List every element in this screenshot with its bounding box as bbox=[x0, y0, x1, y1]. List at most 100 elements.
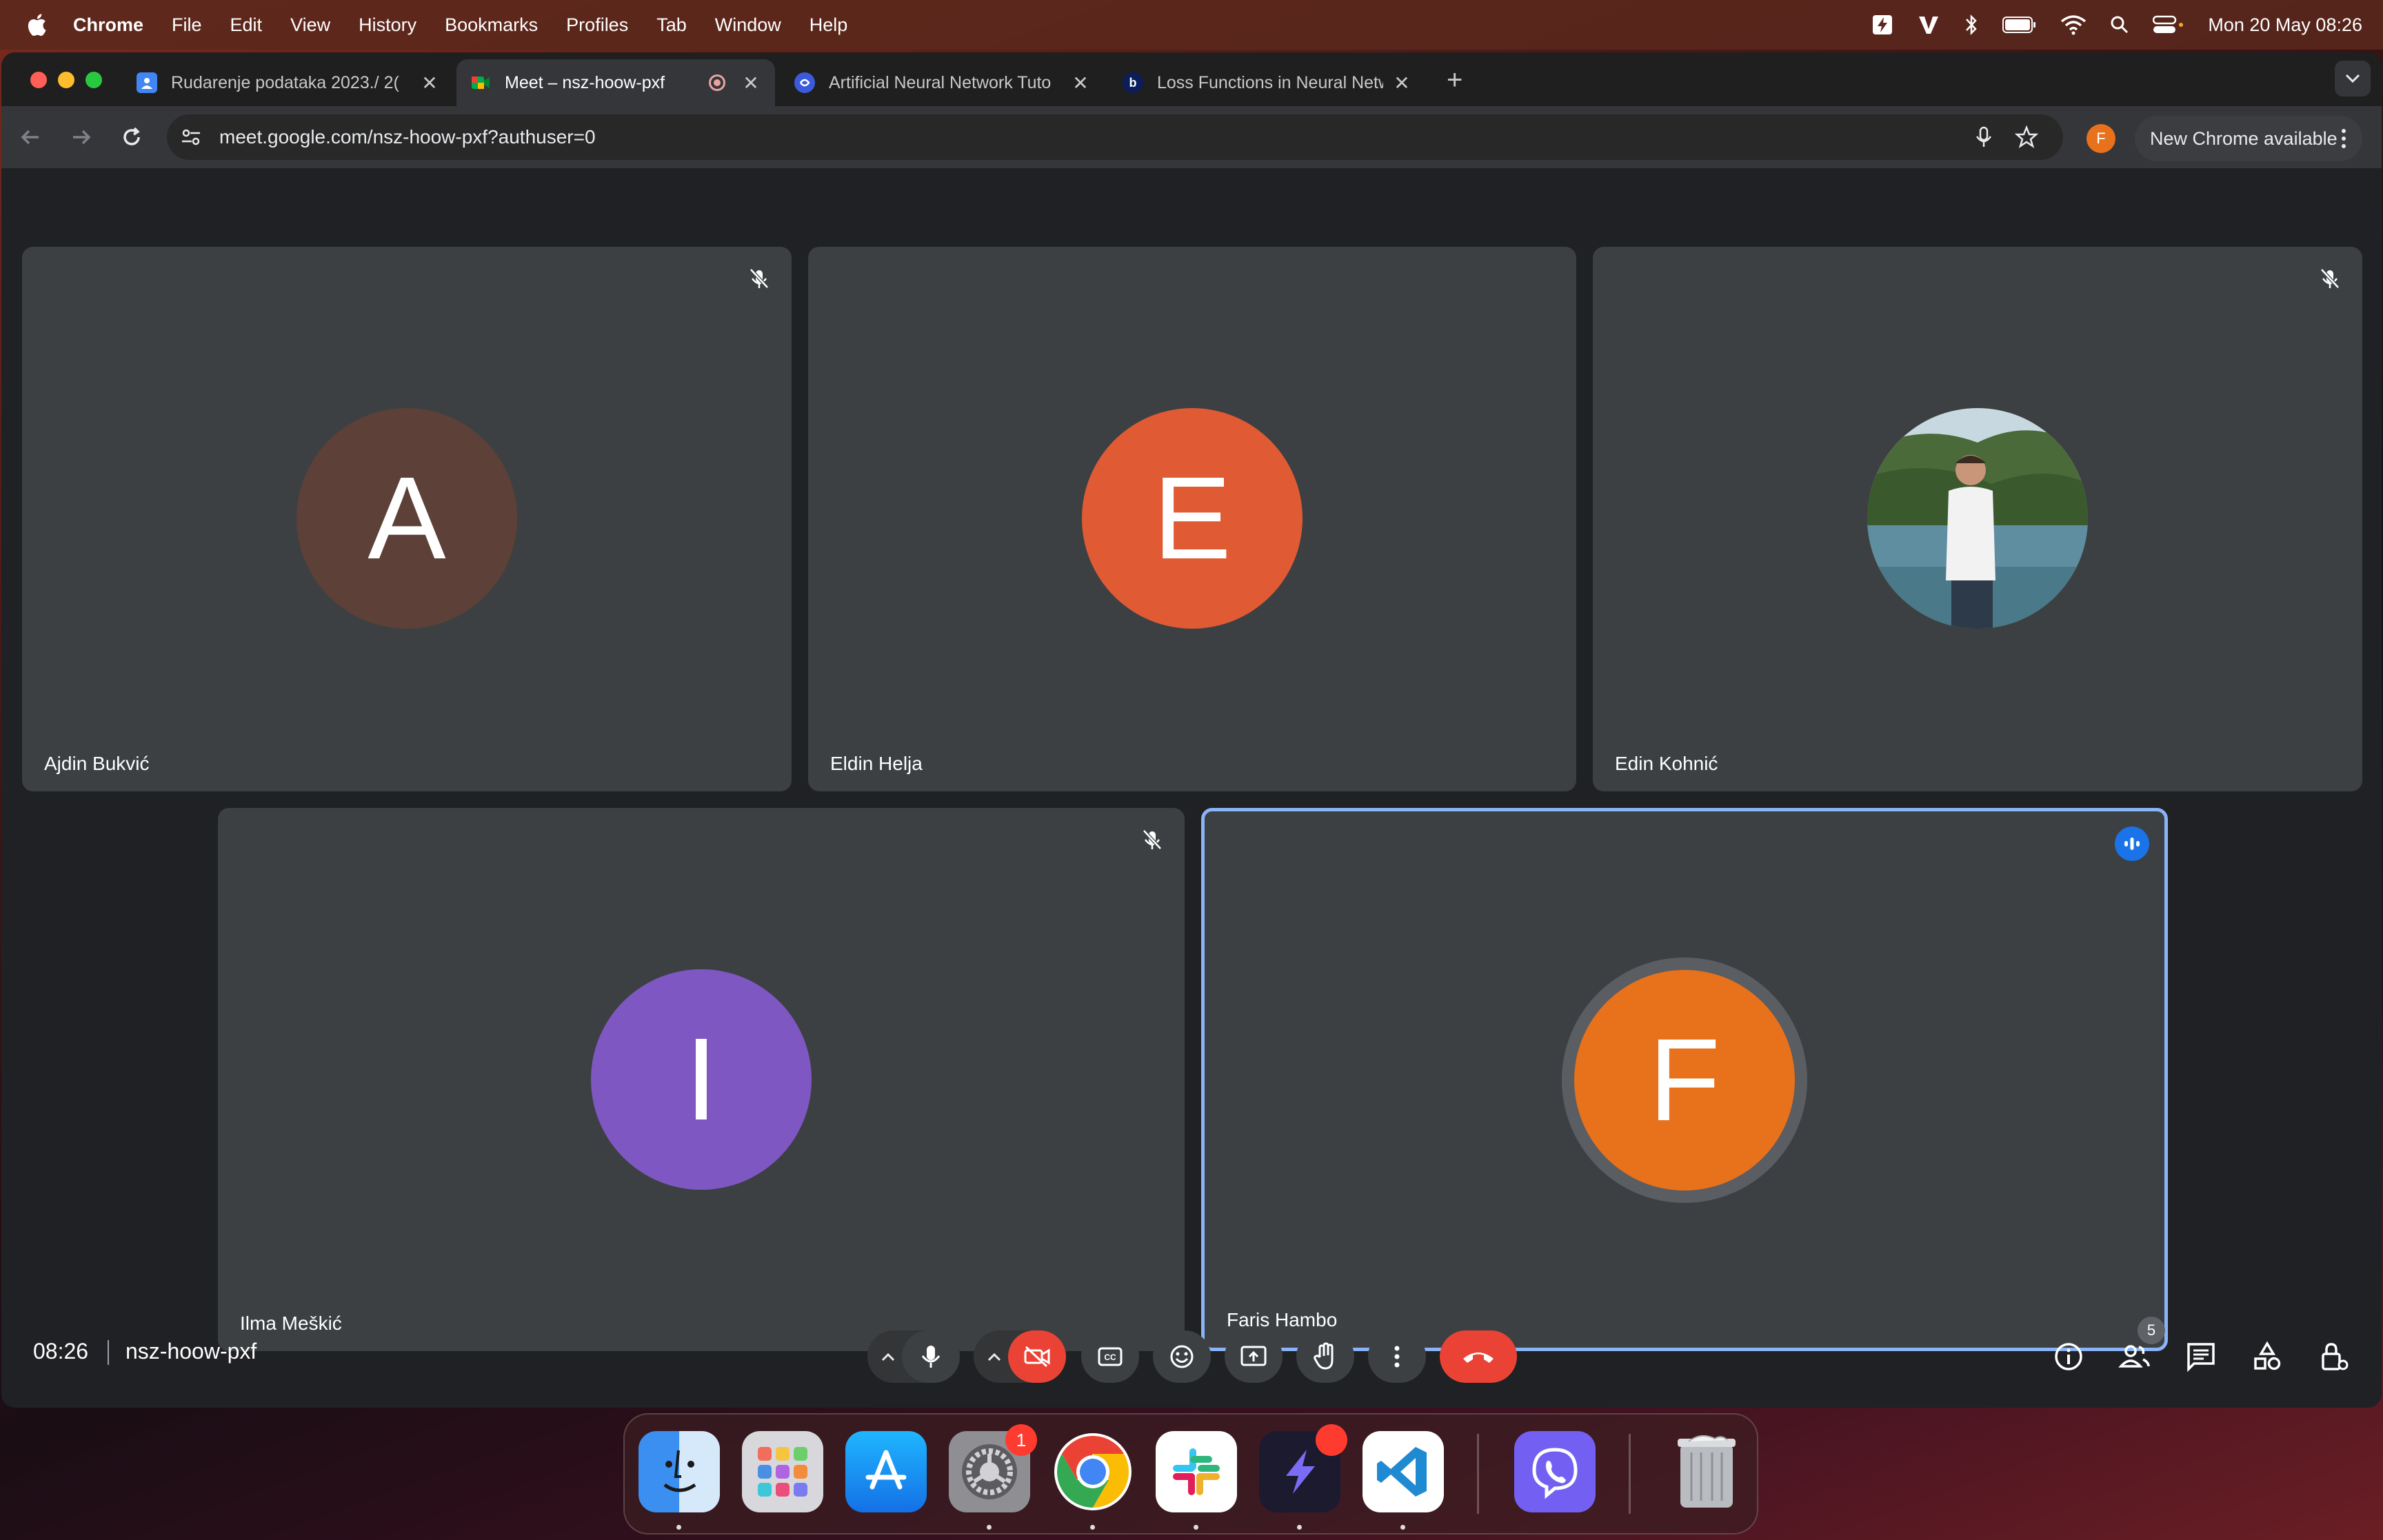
close-window-button[interactable] bbox=[30, 72, 47, 88]
chrome-app-icon[interactable] bbox=[1052, 1431, 1134, 1512]
mic-off-icon bbox=[1143, 829, 1162, 850]
notification-badge: 1 bbox=[1005, 1424, 1037, 1456]
reload-icon[interactable] bbox=[116, 121, 148, 153]
captions-button[interactable]: CC bbox=[1081, 1330, 1139, 1383]
tab-loss-functions[interactable]: b Loss Functions in Neural Netw ✕ bbox=[1109, 59, 1426, 106]
new-chrome-available-button[interactable]: New Chrome available bbox=[2135, 116, 2362, 161]
call-controls-bar: 08:26 nsz-hoow-pxf CC 5 bbox=[1, 1306, 2382, 1408]
notification-dot bbox=[1316, 1424, 1347, 1456]
mic-off-icon bbox=[2320, 268, 2340, 289]
emoji-icon bbox=[1170, 1345, 1194, 1368]
microphone-icon[interactable] bbox=[1973, 125, 1994, 149]
close-tab-icon[interactable]: ✕ bbox=[419, 72, 440, 94]
app-store-icon[interactable] bbox=[845, 1431, 927, 1512]
slack-app-icon[interactable] bbox=[1156, 1431, 1237, 1512]
meet-icon bbox=[470, 72, 491, 93]
running-indicator bbox=[987, 1525, 992, 1530]
kebab-menu-icon[interactable] bbox=[2340, 127, 2347, 150]
camera-options-chevron-icon[interactable] bbox=[987, 1352, 1002, 1361]
running-indicator bbox=[1090, 1525, 1095, 1530]
new-tab-button[interactable]: + bbox=[1447, 65, 1462, 96]
bluetooth-icon[interactable] bbox=[1964, 13, 1979, 37]
tab-title: Rudarenje podataka 2023./ 2( bbox=[171, 72, 399, 92]
b-icon: b bbox=[1123, 72, 1143, 93]
wifi-icon[interactable] bbox=[2060, 14, 2087, 35]
activities-icon[interactable] bbox=[2251, 1340, 2284, 1373]
present-icon bbox=[1240, 1346, 1267, 1366]
zoom-window-button[interactable] bbox=[86, 72, 102, 88]
control-center-icon[interactable] bbox=[2153, 15, 2184, 34]
hang-up-icon bbox=[1463, 1352, 1494, 1363]
microphone-icon bbox=[921, 1346, 941, 1368]
menu-view[interactable]: View bbox=[290, 14, 330, 36]
bolt-icon[interactable] bbox=[1871, 14, 1893, 36]
vivaldi-icon[interactable] bbox=[1917, 14, 1940, 36]
launchpad-app-icon[interactable] bbox=[742, 1431, 823, 1512]
chevron-down-icon bbox=[2345, 74, 2360, 83]
participant-tile[interactable]: Edin Kohnić bbox=[1593, 247, 2362, 791]
menubar-clock[interactable]: Mon 20 May 08:26 bbox=[2208, 14, 2362, 36]
people-icon[interactable] bbox=[2118, 1340, 2151, 1373]
tab-ann-tutorial[interactable]: Artificial Neural Network Tuto ✕ bbox=[781, 59, 1105, 106]
back-icon[interactable] bbox=[15, 121, 47, 153]
dock: 1 bbox=[623, 1413, 1758, 1534]
menu-help[interactable]: Help bbox=[810, 14, 848, 36]
present-screen-button[interactable] bbox=[1225, 1330, 1283, 1383]
menu-tab[interactable]: Tab bbox=[656, 14, 687, 36]
recording-icon bbox=[709, 74, 725, 91]
minimize-window-button[interactable] bbox=[58, 72, 74, 88]
menu-history[interactable]: History bbox=[359, 14, 416, 36]
participant-tile[interactable]: I Ilma Meškić bbox=[218, 808, 1185, 1351]
microphone-button[interactable] bbox=[902, 1330, 960, 1383]
emoji-reactions-button[interactable] bbox=[1153, 1330, 1211, 1383]
more-options-button[interactable] bbox=[1368, 1330, 1426, 1383]
leave-call-button[interactable] bbox=[1440, 1330, 1517, 1383]
forward-icon[interactable] bbox=[65, 121, 97, 153]
mic-options-chevron-icon[interactable] bbox=[881, 1352, 896, 1361]
close-tab-icon[interactable]: ✕ bbox=[1070, 72, 1091, 94]
raise-hand-button[interactable] bbox=[1296, 1330, 1354, 1383]
menu-edit[interactable]: Edit bbox=[230, 14, 263, 36]
vscode-app-icon[interactable] bbox=[1363, 1431, 1444, 1512]
chrome-window: Rudarenje podataka 2023./ 2( ✕ Meet – ns… bbox=[1, 52, 2382, 1408]
svg-text:CC: CC bbox=[1104, 1352, 1116, 1362]
site-icon bbox=[794, 72, 815, 93]
speaking-indicator-icon bbox=[2115, 827, 2149, 861]
menu-bookmarks[interactable]: Bookmarks bbox=[445, 14, 538, 36]
camera-off-button[interactable] bbox=[1008, 1330, 1066, 1383]
menu-app-name[interactable]: Chrome bbox=[73, 14, 143, 36]
finder-app-icon[interactable] bbox=[639, 1431, 720, 1512]
close-tab-icon[interactable]: ✕ bbox=[1391, 72, 1412, 94]
tab-meet[interactable]: Meet – nsz-hoow-pxf ✕ bbox=[456, 59, 775, 106]
participant-tile[interactable]: A Ajdin Bukvić bbox=[22, 247, 792, 791]
bookmark-star-icon[interactable] bbox=[2015, 125, 2038, 149]
info-icon[interactable] bbox=[2052, 1340, 2085, 1373]
site-settings-icon[interactable] bbox=[179, 125, 203, 149]
avatar: I bbox=[591, 969, 812, 1190]
tab-search-button[interactable] bbox=[2335, 61, 2371, 97]
menu-profiles[interactable]: Profiles bbox=[566, 14, 628, 36]
url-text[interactable]: meet.google.com/nsz-hoow-pxf?authuser=0 bbox=[219, 126, 596, 148]
close-tab-icon[interactable]: ✕ bbox=[741, 72, 761, 94]
menu-window[interactable]: Window bbox=[715, 14, 781, 36]
battery-icon[interactable] bbox=[2002, 16, 2037, 34]
search-icon[interactable] bbox=[2110, 15, 2129, 34]
more-vert-icon bbox=[1394, 1346, 1400, 1368]
viber-app-icon[interactable] bbox=[1514, 1431, 1596, 1512]
menu-bar: Chrome File Edit View History Bookmarks … bbox=[0, 0, 2383, 50]
meeting-code[interactable]: nsz-hoow-pxf bbox=[125, 1339, 257, 1364]
participant-tile[interactable]: E Eldin Helja bbox=[808, 247, 1576, 791]
profile-avatar[interactable]: F bbox=[2087, 124, 2115, 153]
host-controls-icon[interactable] bbox=[2317, 1340, 2350, 1373]
participant-tile-speaking[interactable]: F Faris Hambo bbox=[1201, 808, 2168, 1351]
raise-hand-icon bbox=[1314, 1342, 1334, 1370]
apple-icon[interactable] bbox=[26, 13, 47, 37]
tab-title: Loss Functions in Neural Netw bbox=[1157, 72, 1383, 92]
tab-rudarenje[interactable]: Rudarenje podataka 2023./ 2( ✕ bbox=[123, 59, 454, 106]
address-bar[interactable]: meet.google.com/nsz-hoow-pxf?authuser=0 bbox=[167, 114, 2063, 160]
profile-photo bbox=[1867, 408, 2088, 629]
camera-off-icon bbox=[1024, 1346, 1050, 1368]
chat-icon[interactable] bbox=[2184, 1340, 2218, 1373]
trash-icon[interactable] bbox=[1666, 1431, 1747, 1512]
menu-file[interactable]: File bbox=[172, 14, 202, 36]
